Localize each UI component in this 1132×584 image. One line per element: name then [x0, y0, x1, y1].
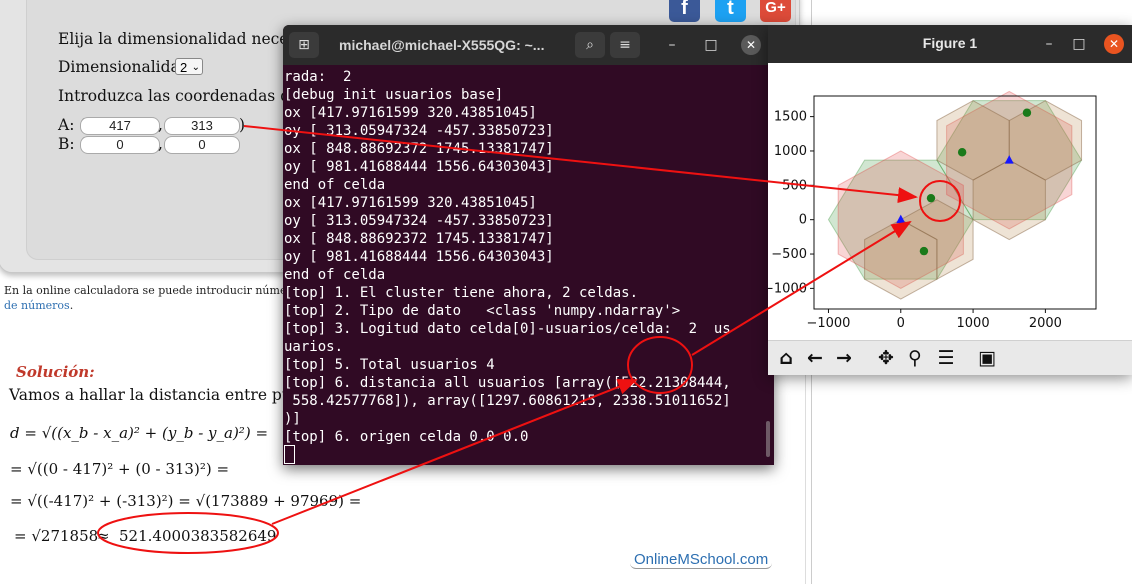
annotation-ellipse: [97, 512, 279, 554]
annotation-ellipse: [627, 336, 693, 394]
annotation-arrow: [243, 125, 918, 204]
annotation-overlay: [97, 125, 961, 554]
annotation-arrow: [691, 220, 912, 356]
annotation-arrow: [271, 379, 638, 525]
annotation-circle: [919, 180, 961, 222]
